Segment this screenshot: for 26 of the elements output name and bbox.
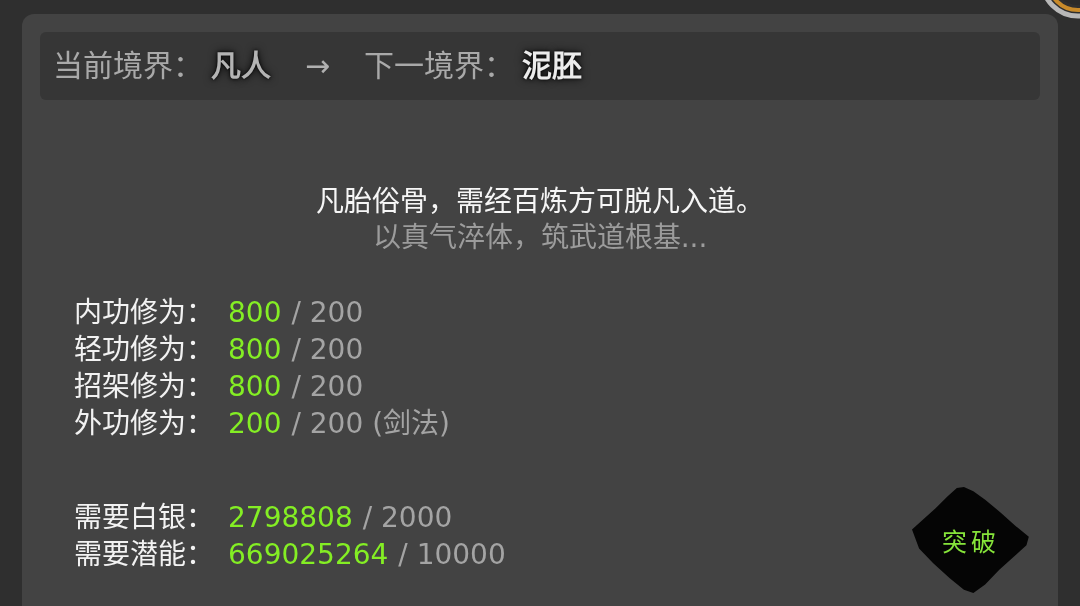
stat-label: 需要白银： xyxy=(74,500,215,536)
realm-description: 凡胎俗骨，需经百炼方可脱凡入道。 xyxy=(316,184,764,220)
stat-value: 800 xyxy=(228,332,282,368)
stat-requirement: / 200 xyxy=(291,369,364,405)
stat-value: 200 xyxy=(228,406,282,442)
next-realm-label: 下一境界： xyxy=(364,47,515,85)
stat-requirement: / 200 xyxy=(291,295,364,331)
stat-requirement: / 2000 xyxy=(362,500,453,536)
stat-label: 内功修为： xyxy=(74,295,215,331)
stat-value: 800 xyxy=(228,369,282,405)
stat-requirement: / 200 (剑法) xyxy=(291,406,450,442)
stat-label: 需要潜能： xyxy=(74,537,215,573)
current-realm-label: 当前境界： xyxy=(53,47,203,85)
realm-hint: 以真气淬体，筑武道根基... xyxy=(372,220,708,256)
stat-value: 669025264 xyxy=(228,537,389,573)
current-realm-value: 凡人 xyxy=(211,47,271,85)
stat-value: 2798808 xyxy=(228,500,353,536)
stat-label: 外功修为： xyxy=(74,406,215,442)
stat-requirement: / 10000 xyxy=(398,537,506,573)
stat-value: 800 xyxy=(228,295,282,331)
breakthrough-button[interactable]: 突破 xyxy=(912,487,1030,593)
stat-label: 轻功修为： xyxy=(74,332,215,368)
arrow-separator: → xyxy=(305,47,331,85)
stat-requirement: / 200 xyxy=(291,332,364,368)
next-realm-value: 泥胚 xyxy=(522,47,583,85)
stat-label: 招架修为： xyxy=(74,369,215,405)
